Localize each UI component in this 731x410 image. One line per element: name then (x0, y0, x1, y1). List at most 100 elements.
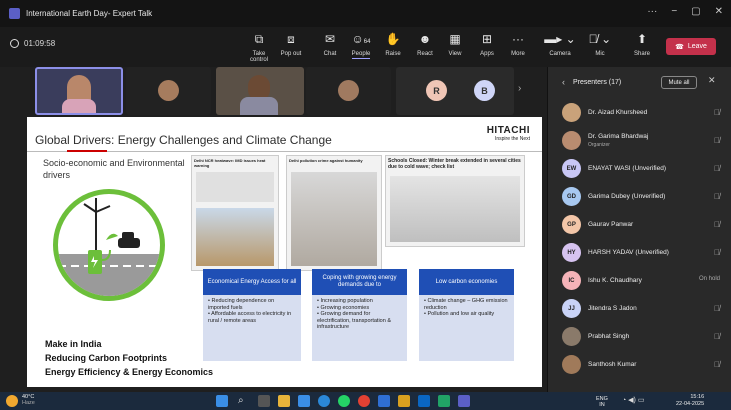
raise-hand-button[interactable]: ✋ Raise (377, 32, 409, 57)
mic-muted-icon: 🎙̸ ⌄ (588, 32, 612, 46)
minimize-button[interactable]: − (671, 6, 677, 17)
mail-icon[interactable] (378, 395, 390, 407)
pop-out-button[interactable]: ⧈ Pop out (275, 32, 307, 57)
participant-name: ENAYAT WASI (Unverified) (588, 165, 667, 172)
avatar (338, 80, 359, 101)
weather-icon (6, 395, 18, 407)
info-box-1: Economical Energy Access for all Reducin… (203, 269, 301, 361)
people-button[interactable]: ☺64 People (345, 32, 377, 59)
participant-role: Organizer (588, 142, 610, 148)
participant-name: Santhosh Kumar (588, 361, 637, 368)
file-explorer-icon[interactable] (278, 395, 290, 407)
take-control-icon: ⧉ (254, 32, 264, 46)
avatar: GD (562, 187, 581, 206)
view-button[interactable]: ▦ View (439, 32, 471, 57)
back-chevron-icon[interactable]: ‹ (562, 77, 565, 87)
more-button[interactable]: ··· More (502, 32, 534, 57)
avatar: IC (562, 271, 581, 290)
info-box-3: Low carbon economies Climate change – GH… (419, 269, 514, 361)
participant-name: Dr. Garima Bhardwaj (588, 133, 649, 140)
take-control-button[interactable]: ⧉ Take control (243, 32, 275, 63)
video-tile-presenter[interactable] (35, 67, 123, 115)
avatar (562, 131, 581, 150)
participant-row[interactable]: Dr. Garima Bhardwaj Organizer 🎙̸ (548, 127, 731, 154)
participant-name: HARSH YADAV (Unverified) (588, 249, 669, 256)
task-view-icon[interactable] (258, 395, 270, 407)
avatar (158, 80, 179, 101)
system-tray-icons[interactable]: ◔ ◀) ▭ (622, 396, 644, 404)
clock-icon (10, 39, 19, 48)
pop-out-icon: ⧈ (287, 32, 295, 46)
chat-icon: ✉ (324, 32, 336, 46)
store-icon[interactable] (298, 395, 310, 407)
video-tile-participant[interactable] (216, 67, 304, 115)
mute-all-button[interactable]: Mute all (661, 76, 697, 89)
mic-muted-icon: 🎙̸ (714, 192, 720, 201)
avatar: EW (562, 159, 581, 178)
clock[interactable]: 15:16 22-04-2025 (676, 394, 704, 408)
taskbar: 40°C Haze ⌕ ENG IN ◔ ◀) ▭ 15:16 22-04-20… (0, 392, 731, 410)
video-tile-participant[interactable] (306, 67, 391, 115)
teams-logo-icon (9, 8, 20, 19)
search-icon[interactable]: ⌕ (238, 395, 250, 407)
start-icon[interactable] (216, 395, 228, 407)
participant-row[interactable]: HY HARSH YADAV (Unverified) 🎙̸ (548, 239, 731, 266)
close-button[interactable]: ✕ (715, 6, 723, 17)
participant-name: Dr. Aizad Khursheed (588, 109, 648, 116)
participant-row[interactable]: IC Ishu K. Chaudhary On hold (548, 267, 731, 294)
participant-status: On hold (698, 276, 720, 282)
meeting-toolbar: 01:09:58 ⧉ Take control ⧈ Pop out ✉ Chat ☺6… (0, 27, 731, 67)
react-button[interactable]: ☻ React (409, 32, 441, 57)
participant-row[interactable]: JJ Jitendra S Jadon 🎙̸ (548, 295, 731, 322)
energy-illustration (53, 189, 165, 301)
participant-row[interactable]: Santhosh Kumar 🎙̸ (548, 351, 731, 378)
participant-row[interactable]: EW ENAYAT WASI (Unverified) 🎙̸ (548, 155, 731, 182)
people-count-badge: 64 (363, 39, 371, 45)
avatar: B (474, 80, 495, 101)
chevron-right-icon[interactable]: › (518, 83, 521, 94)
maximize-button[interactable]: ▢ (691, 6, 700, 17)
phone-hangup-icon: ☎ (675, 43, 684, 51)
whatsapp-icon[interactable] (338, 395, 350, 407)
participant-row[interactable]: Prabhat Singh 🎙̸ (548, 323, 731, 350)
people-icon: ☺64 (351, 32, 371, 46)
video-tile-participant[interactable] (126, 67, 211, 115)
share-icon: ⬆ (636, 32, 648, 46)
news-clipping-1: Delhi NCR heatwave: IMD issues heat warn… (191, 155, 279, 271)
presenters-panel: ‹ Presenters (17) Mute all ✕ Dr. Aizad K… (547, 67, 731, 392)
excel-icon[interactable] (438, 395, 450, 407)
mic-muted-icon: 🎙̸ (714, 332, 720, 341)
share-button[interactable]: ⬆ Share (626, 32, 658, 57)
panel-title: Presenters (17) (573, 78, 622, 86)
video-strip: R B › (0, 67, 547, 117)
video-tile-group[interactable]: R B (396, 67, 514, 115)
slide-bottom-text: Make in India Reducing Carbon Footprints… (45, 339, 214, 377)
avatar (562, 327, 581, 346)
apps-button[interactable]: ⊞ Apps (471, 32, 503, 57)
folder-icon[interactable] (398, 395, 410, 407)
camera-button[interactable]: ▬▸ ⌄ Camera (544, 32, 576, 57)
react-icon: ☻ (418, 32, 432, 46)
leave-button[interactable]: ☎ Leave (666, 38, 716, 55)
mic-button[interactable]: 🎙̸ ⌄ Mic (584, 32, 616, 57)
weather-widget[interactable]: 40°C Haze (22, 394, 35, 406)
more-options-button[interactable]: ··· (647, 6, 657, 17)
chrome-icon[interactable] (358, 395, 370, 407)
participant-row[interactable]: Dr. Aizad Khursheed 🎙̸ (548, 99, 731, 126)
meeting-timer: 01:09:58 (10, 39, 55, 48)
close-panel-icon[interactable]: ✕ (708, 75, 716, 86)
participant-row[interactable]: GD Garima Dubey (Unverified) 🎙̸ (548, 183, 731, 210)
linkedin-icon[interactable] (418, 395, 430, 407)
mic-muted-icon: 🎙̸ (714, 164, 720, 173)
avatar: GP (562, 215, 581, 234)
edge-icon[interactable] (318, 395, 330, 407)
news-clipping-2: Delhi pollution crime against humanity (286, 155, 382, 271)
shared-slide: Global Drivers: Energy Challenges and Cl… (27, 117, 542, 387)
teams-icon[interactable] (458, 395, 470, 407)
mic-muted-icon: 🎙̸ (714, 248, 720, 257)
participant-row[interactable]: GP Gaurav Panwar 🎙̸ (548, 211, 731, 238)
chat-button[interactable]: ✉ Chat (314, 32, 346, 57)
camera-icon: ▬▸ ⌄ (544, 32, 576, 46)
apps-icon: ⊞ (481, 32, 493, 46)
language-indicator[interactable]: ENG IN (596, 396, 608, 408)
